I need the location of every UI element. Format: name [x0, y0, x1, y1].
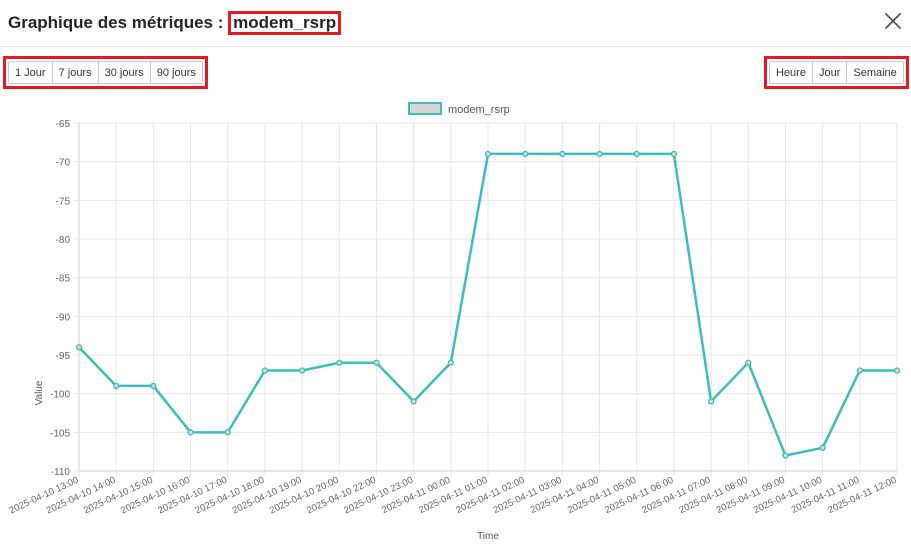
close-icon[interactable] — [881, 9, 905, 33]
y-tick-label: -110 — [51, 467, 71, 478]
data-point — [150, 382, 157, 390]
unit-hour-button[interactable]: Heure — [769, 61, 813, 84]
data-point — [484, 150, 492, 158]
time-unit-group: Heure Jour Semaine — [764, 56, 909, 89]
data-point — [559, 150, 566, 158]
data-point — [447, 359, 454, 366]
y-tick-label: -95 — [56, 351, 71, 362]
unit-week-button[interactable]: Semaine — [846, 61, 904, 84]
data-point — [113, 382, 120, 390]
data-point — [410, 398, 417, 405]
metric-line-chart: -65-70-75-80-85-90-95-100-105-1102025-04… — [8, 102, 901, 542]
y-tick-label: -75 — [56, 196, 71, 207]
range-1-day-button[interactable]: 1 Jour — [8, 61, 53, 84]
legend-swatch — [408, 102, 442, 115]
data-point — [596, 150, 603, 158]
unit-day-button[interactable]: Jour — [811, 61, 848, 84]
chart-legend[interactable]: modem_rsrp — [408, 102, 510, 116]
data-point — [75, 344, 83, 351]
data-point — [745, 359, 752, 366]
metric-name: modem_rsrp — [228, 11, 342, 35]
chart-axes: -65-70-75-80-85-90-95-100-105-1102025-04… — [8, 119, 899, 516]
data-point — [373, 359, 380, 366]
data-point — [782, 452, 789, 459]
data-point — [261, 367, 269, 374]
y-tick-label: -65 — [56, 119, 71, 130]
data-point — [893, 367, 901, 374]
range-7-days-button[interactable]: 7 jours — [51, 61, 99, 84]
modal-title: Graphique des métriques : modem_rsrp — [8, 11, 342, 35]
data-point — [819, 444, 826, 451]
data-point — [298, 367, 306, 374]
title-prefix: Graphique des métriques : — [8, 13, 224, 32]
time-range-group: 1 Jour 7 jours 30 jours 90 jours — [3, 56, 208, 89]
modal-header: Graphique des métriques : modem_rsrp — [0, 0, 911, 47]
data-point — [522, 150, 529, 158]
range-30-days-button[interactable]: 30 jours — [97, 61, 151, 84]
data-point — [224, 429, 231, 436]
y-tick-label: -80 — [56, 235, 71, 246]
data-point — [336, 359, 343, 366]
data-point — [856, 367, 863, 374]
y-tick-label: -105 — [50, 428, 70, 439]
range-90-days-button[interactable]: 90 jours — [149, 61, 203, 84]
y-tick-label: -70 — [56, 158, 71, 169]
x-axis-title: Time — [477, 531, 499, 542]
legend-label: modem_rsrp — [448, 104, 510, 116]
y-tick-label: -90 — [56, 312, 71, 323]
y-axis-title: Value — [34, 380, 45, 405]
y-tick-label: -85 — [56, 274, 71, 285]
data-point — [670, 150, 678, 158]
y-tick-label: -100 — [50, 390, 70, 401]
data-point — [707, 398, 715, 405]
data-point — [633, 150, 640, 158]
data-point — [187, 429, 194, 436]
